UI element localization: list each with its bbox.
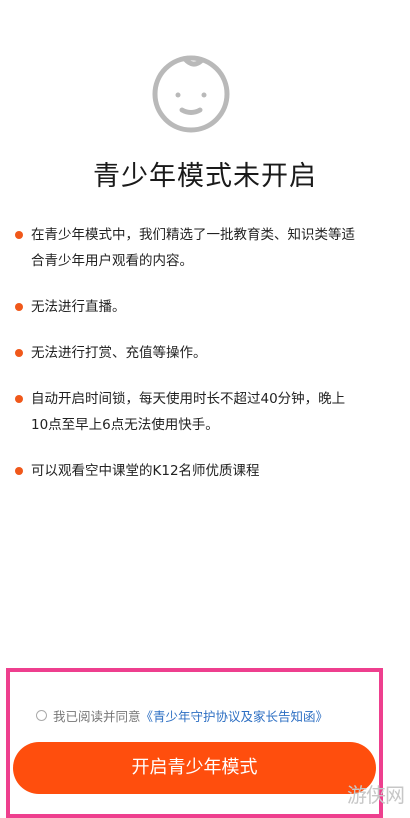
list-item-text: 无法进行直播。 — [31, 299, 126, 315]
agreement-prefix: 我已阅读并同意 — [53, 709, 141, 724]
list-item-text: 自动开启时间锁，每天使用时长不超过40分钟，晚上 — [31, 391, 346, 407]
list-item: 在青少年模式中，我们精选了一批教育类、知识类等适 合青少年用户观看的内容。 — [14, 222, 392, 274]
watermark-logo: 游侠网 — [347, 783, 405, 807]
list-item: 无法进行打赏、充值等操作。 — [14, 340, 392, 366]
feature-list: 在青少年模式中，我们精选了一批教育类、知识类等适 合青少年用户观看的内容。 无法… — [14, 222, 392, 504]
agreement-radio[interactable] — [36, 710, 47, 721]
list-item: 可以观看空中课堂的K12名师优质课程 — [14, 458, 392, 484]
agreement-link[interactable]: 《青少年守护协议及家长告知函》 — [141, 706, 329, 725]
bullet-dot-icon — [15, 395, 23, 403]
list-item-text: 合青少年用户观看的内容。 — [31, 253, 193, 269]
list-item-text: 在青少年模式中，我们精选了一批教育类、知识类等适 — [31, 227, 355, 243]
bullet-dot-icon — [15, 349, 23, 357]
bullet-dot-icon — [15, 303, 23, 311]
list-item-text: 可以观看空中课堂的K12名师优质课程 — [31, 463, 260, 479]
bullet-dot-icon — [15, 467, 23, 475]
agreement-row[interactable]: 我已阅读并同意 《青少年守护协议及家长告知函》 — [36, 706, 328, 725]
bullet-dot-icon — [15, 231, 23, 239]
list-item-text: 10点至早上6点无法使用快手。 — [31, 417, 219, 433]
page-title: 青少年模式未开启 — [93, 161, 317, 192]
baby-face-icon — [147, 48, 235, 136]
enable-youth-mode-button[interactable]: 开启青少年模式 — [13, 742, 376, 794]
list-item: 无法进行直播。 — [14, 294, 392, 320]
list-item: 自动开启时间锁，每天使用时长不超过40分钟，晚上 10点至早上6点无法使用快手。 — [14, 386, 392, 438]
list-item-text: 无法进行打赏、充值等操作。 — [31, 345, 207, 361]
